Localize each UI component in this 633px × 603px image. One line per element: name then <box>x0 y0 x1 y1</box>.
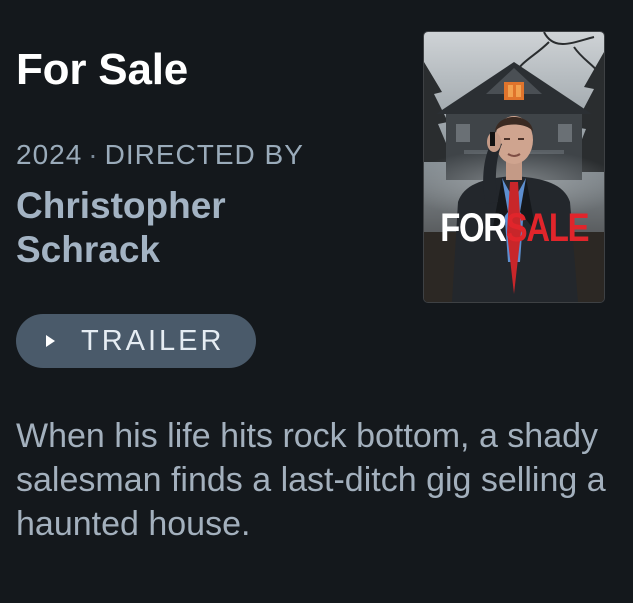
meta-separator: · <box>88 139 99 170</box>
play-icon <box>46 335 55 347</box>
director-first-name: Christopher <box>16 185 226 226</box>
film-title: For Sale <box>16 45 189 94</box>
film-meta: 2024 · DIRECTED BY <box>16 138 304 172</box>
directed-by-label: DIRECTED BY <box>104 139 304 170</box>
director-link[interactable]: Christopher Schrack <box>16 184 316 272</box>
film-synopsis: When his life hits rock bottom, a shady … <box>16 417 606 543</box>
film-detail-page: For Sale 2024 · DIRECTED BY Christopher Sc… <box>0 0 633 603</box>
director-last-name: Schrack <box>16 229 160 270</box>
film-poster[interactable]: FORSALE <box>424 32 604 302</box>
poster-title-for: FOR <box>440 206 507 250</box>
trailer-button[interactable]: TRAILER <box>16 314 256 368</box>
poster-title-sale: SALE <box>505 206 590 250</box>
trailer-button-label: TRAILER <box>81 324 225 357</box>
release-year-link[interactable]: 2024 <box>16 139 82 170</box>
poster-artwork <box>424 32 604 302</box>
poster-title: FORSALE <box>440 206 590 250</box>
